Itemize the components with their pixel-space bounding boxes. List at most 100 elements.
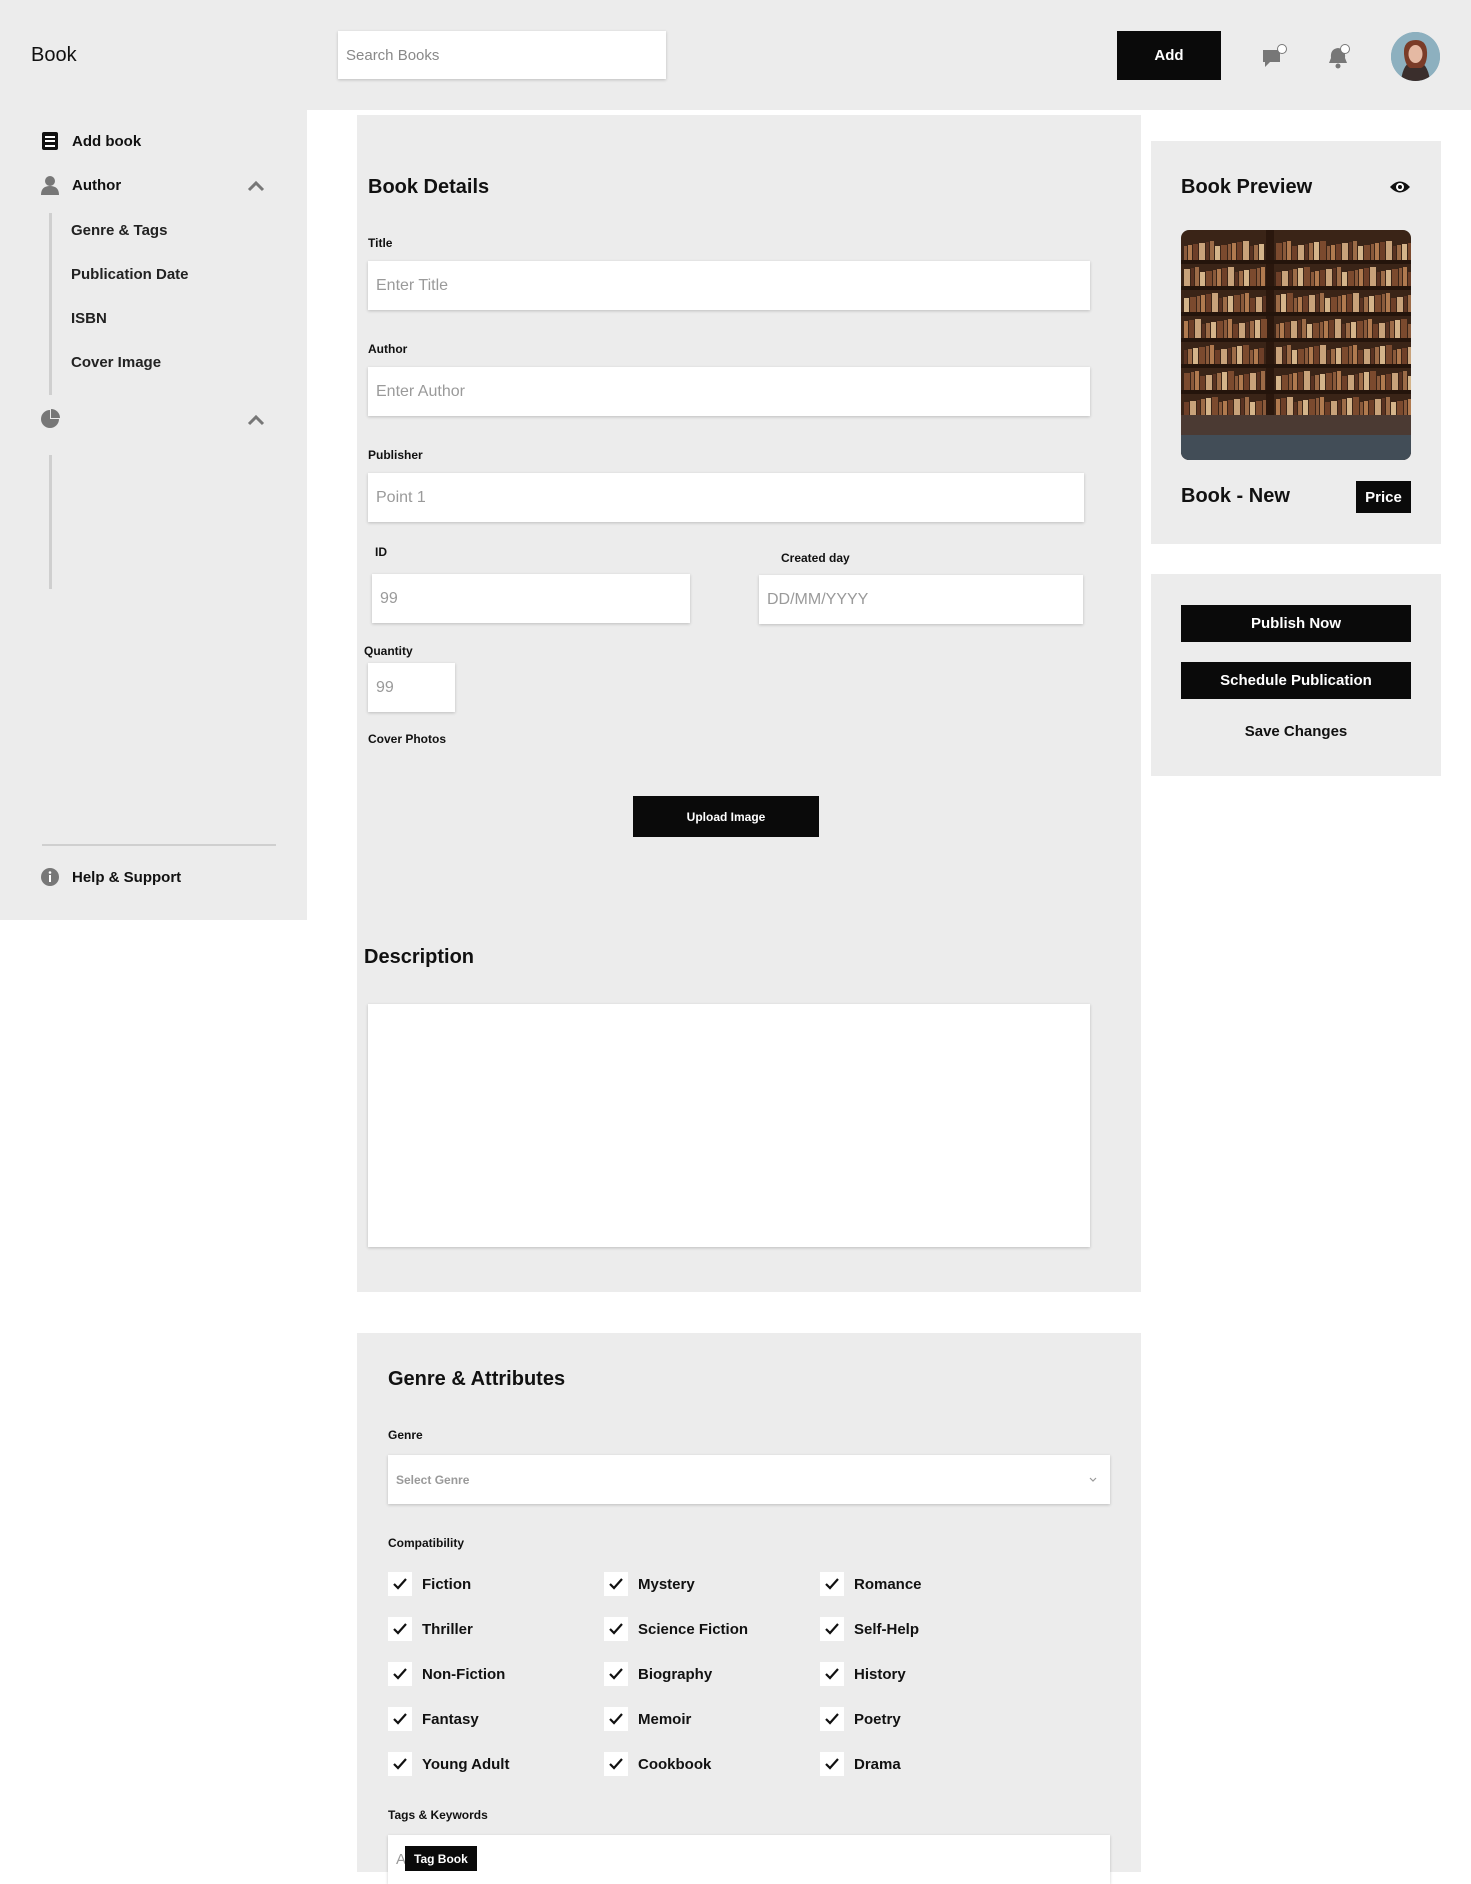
book-spine [1245,293,1249,312]
book-spine [1397,245,1401,260]
book-spine [1403,267,1407,286]
compatibility-label: Compatibility [388,1536,465,1550]
sidebar-item-add-book[interactable]: Add book [40,126,141,156]
checkbox-item[interactable]: Young Adult [388,1752,509,1776]
bell-icon[interactable] [1325,44,1351,70]
sidebar-subitem-genre-tags[interactable]: Genre & Tags [71,222,167,239]
tags-input[interactable]: A [388,1835,1110,1884]
created-day-input[interactable]: DD/MM/YYYY [759,575,1083,624]
book-spine [1291,321,1297,338]
book-spine [1386,270,1391,286]
checkbox-item[interactable]: Thriller [388,1617,473,1641]
section-title: Book Details [368,176,490,198]
author-input[interactable]: Enter Author [368,367,1090,416]
checkbox-item[interactable]: Fantasy [388,1707,479,1731]
book-spine [1184,402,1189,416]
book-spine [1331,401,1337,416]
sidebar-item-help[interactable]: Help & Support [40,862,181,892]
checkmark-icon[interactable] [820,1752,844,1776]
book-spine [1200,272,1205,286]
publisher-input[interactable]: Point 1 [368,473,1084,522]
upload-image-button[interactable]: Upload Image [633,796,819,837]
checkmark-icon[interactable] [604,1617,628,1641]
info-icon [40,867,60,887]
checkmark-icon[interactable] [820,1707,844,1731]
sidebar-item-analytics[interactable] [40,404,72,434]
book-spine [1189,320,1194,338]
checkmark-icon[interactable] [388,1572,412,1596]
book-spine [1213,374,1216,390]
tag-chip[interactable]: Tag Book [405,1846,477,1871]
title-input[interactable]: Enter Title [368,261,1090,310]
book-spine [1327,350,1330,364]
book-spine [1386,374,1391,390]
checkbox-item[interactable]: Fiction [388,1572,471,1596]
book-spine [1358,246,1363,260]
checkbox-item[interactable]: Non-Fiction [388,1662,505,1686]
checkbox-item[interactable]: Memoir [604,1707,691,1731]
checkbox-label: Science Fiction [638,1620,749,1638]
genre-label: Genre [388,1428,423,1442]
checkmark-icon[interactable] [604,1752,628,1776]
sidebar-subitem-cover-image[interactable]: Cover Image [71,354,161,371]
book-spine [1276,324,1279,338]
book-spine [1241,294,1244,312]
book-spine [1276,272,1281,286]
book-spine [1217,373,1221,390]
book-spine [1233,324,1238,338]
checkbox-item[interactable]: History [820,1662,906,1686]
created-day-label: Created day [781,551,850,565]
checkbox-item[interactable]: Romance [820,1572,922,1596]
checkbox-label: Thriller [422,1620,473,1638]
checkmark-icon[interactable] [820,1617,844,1641]
schedule-publication-button[interactable]: Schedule Publication [1181,662,1411,699]
book-spine [1235,272,1238,286]
book-spine [1193,348,1198,364]
checkmark-icon[interactable] [604,1662,628,1686]
id-input[interactable]: 99 [372,574,690,623]
book-spine [1261,371,1265,390]
checkbox-item[interactable]: Mystery [604,1572,695,1596]
add-button[interactable]: Add [1117,31,1221,80]
checkmark-icon[interactable] [388,1707,412,1731]
checkbox-item[interactable]: Biography [604,1662,712,1686]
checkmark-icon[interactable] [604,1572,628,1596]
book-spine [1232,243,1236,260]
checkmark-icon[interactable] [388,1617,412,1641]
book-spine [1188,349,1192,364]
book-spine [1346,323,1350,338]
book-spine [1201,399,1205,416]
eye-icon[interactable] [1389,178,1411,196]
sidebar: Book Add book Author Genre & Tags Public… [0,0,307,920]
user-avatar[interactable] [1391,32,1440,81]
search-input[interactable]: Search Books [338,31,666,79]
sidebar-subitem-isbn[interactable]: ISBN [71,310,107,327]
checkbox-item[interactable]: Science Fiction [604,1617,748,1641]
book-spine [1386,345,1392,364]
publish-now-button[interactable]: Publish Now [1181,605,1411,642]
checkbox-item[interactable]: Self-Help [820,1617,919,1641]
book-spine [1364,268,1369,286]
book-spine [1311,272,1314,286]
price-badge[interactable]: Price [1356,481,1411,513]
description-textarea[interactable] [368,1004,1090,1247]
checkmark-icon[interactable] [388,1662,412,1686]
genre-select[interactable]: Select Genre [388,1455,1110,1504]
book-spine [1219,402,1222,416]
checkmark-icon[interactable] [820,1662,844,1686]
sidebar-subitem-publication-date[interactable]: Publication Date [71,266,189,283]
checkbox-item[interactable]: Cookbook [604,1752,711,1776]
sidebar-item-author[interactable]: Author [40,170,121,200]
chevron-up-icon[interactable] [247,411,265,429]
chat-icon[interactable] [1261,44,1287,70]
checkmark-icon[interactable] [388,1752,412,1776]
save-changes-button[interactable]: Save Changes [1181,723,1411,740]
checkbox-item[interactable]: Drama [820,1752,901,1776]
book-spine [1263,296,1266,312]
chevron-up-icon[interactable] [247,177,265,195]
checkmark-icon[interactable] [820,1572,844,1596]
book-spine [1314,242,1319,260]
quantity-input[interactable]: 99 [368,663,455,712]
checkmark-icon[interactable] [604,1707,628,1731]
checkbox-item[interactable]: Poetry [820,1707,901,1731]
